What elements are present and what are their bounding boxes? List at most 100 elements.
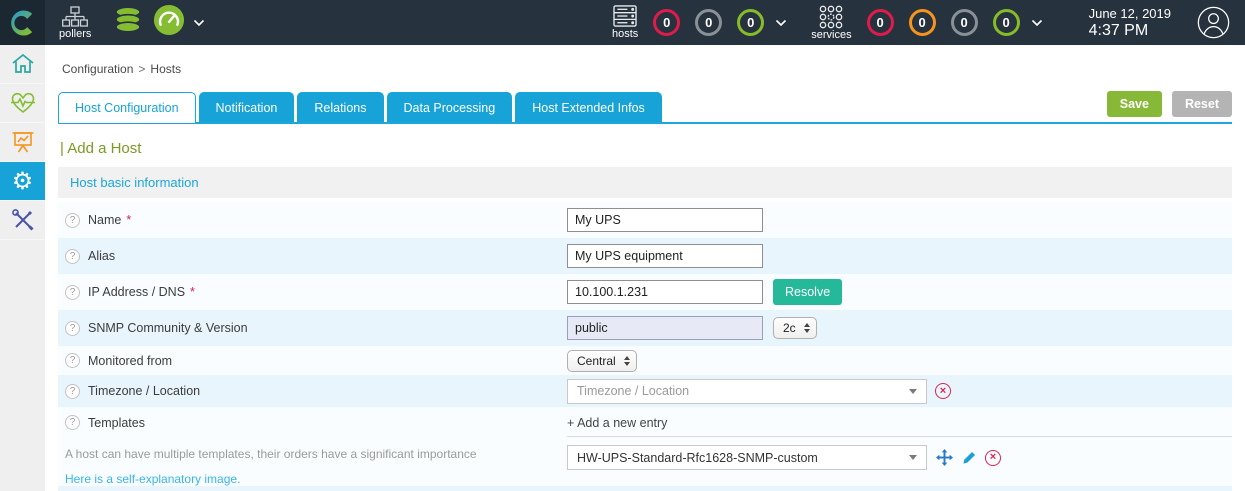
services-label: services bbox=[811, 30, 851, 41]
tab-host-extended-infos[interactable]: Host Extended Infos bbox=[515, 92, 662, 124]
pollers-menu[interactable]: pollers bbox=[59, 6, 91, 40]
hosts-down-counter[interactable]: 0 bbox=[653, 9, 680, 36]
tab-host-configuration[interactable]: Host Configuration bbox=[58, 92, 196, 124]
monitored-from-label: Monitored from bbox=[88, 354, 172, 368]
monitored-from-value: Central bbox=[577, 354, 616, 368]
sidebar-filler bbox=[0, 240, 45, 491]
template-move-icon[interactable] bbox=[936, 449, 953, 466]
services-menu[interactable]: services bbox=[811, 5, 851, 41]
top-bar: pollers bbox=[0, 0, 1245, 45]
help-icon[interactable]: ? bbox=[65, 384, 80, 399]
tab-data-processing[interactable]: Data Processing bbox=[387, 92, 513, 124]
main-shell: ⚙ Configuration>Hosts Host Config bbox=[0, 45, 1245, 491]
form-row-templates: ? Templates A host can have multiple tem… bbox=[58, 407, 1232, 486]
heart-pulse-icon bbox=[10, 92, 36, 114]
help-icon[interactable]: ? bbox=[65, 249, 80, 264]
resolve-button[interactable]: Resolve bbox=[773, 279, 842, 305]
hosts-up-counter[interactable]: 0 bbox=[737, 9, 764, 36]
database-status-icon[interactable] bbox=[113, 5, 143, 40]
alias-input[interactable] bbox=[567, 244, 763, 268]
gear-icon: ⚙ bbox=[12, 169, 34, 193]
services-icon bbox=[818, 5, 844, 29]
tab-notification[interactable]: Notification bbox=[199, 92, 295, 124]
services-status-group: services 0 0 0 0 bbox=[811, 5, 1042, 41]
services-unknown-counter[interactable]: 0 bbox=[951, 9, 978, 36]
section-header-host-basic-information: Host basic information bbox=[58, 167, 1232, 198]
pollers-icon bbox=[62, 6, 88, 28]
select-spinner-icon bbox=[624, 356, 630, 366]
sidebar-item-reporting[interactable] bbox=[0, 123, 45, 161]
required-marker: * bbox=[126, 213, 131, 227]
ip-address-label: IP Address / DNS bbox=[88, 285, 185, 299]
hosts-icon bbox=[613, 5, 638, 28]
alias-label: Alias bbox=[88, 249, 115, 263]
services-warning-counter[interactable]: 0 bbox=[909, 9, 936, 36]
name-input[interactable] bbox=[567, 208, 763, 232]
form-row-timezone: ? Timezone / Location Timezone / Locatio… bbox=[58, 375, 1232, 407]
tab-row: Host Configuration Notification Relation… bbox=[58, 91, 1232, 124]
save-button[interactable]: Save bbox=[1107, 91, 1162, 117]
current-time: 4:37 PM bbox=[1089, 22, 1171, 40]
user-profile-button[interactable] bbox=[1197, 6, 1230, 39]
hosts-menu[interactable]: hosts bbox=[612, 5, 638, 40]
required-marker: * bbox=[190, 285, 195, 299]
templates-label: Templates bbox=[88, 416, 145, 430]
template-delete-icon[interactable]: × bbox=[985, 450, 1001, 466]
breadcrumb-configuration[interactable]: Configuration bbox=[62, 62, 133, 76]
help-icon[interactable]: ? bbox=[65, 321, 80, 336]
add-template-entry-link[interactable]: + Add a new entry bbox=[567, 407, 1232, 437]
monitored-from-select[interactable]: Central bbox=[567, 350, 637, 372]
dropdown-caret-icon bbox=[909, 455, 917, 460]
reset-button[interactable]: Reset bbox=[1172, 91, 1232, 117]
page-title: | Add a Host bbox=[60, 140, 1230, 157]
form-row-alias: ? Alias bbox=[58, 238, 1232, 274]
snmp-community-input[interactable] bbox=[567, 316, 763, 340]
form-row-create-services: ? Create Services linked to the Template… bbox=[58, 486, 1232, 491]
centreon-app: pollers bbox=[0, 0, 1245, 491]
timezone-dropdown[interactable]: Timezone / Location bbox=[567, 379, 927, 404]
tools-icon bbox=[11, 208, 35, 232]
pollers-label: pollers bbox=[59, 29, 91, 40]
templates-example-link[interactable]: Here is a self-explanatory image. bbox=[65, 472, 240, 486]
centreon-logo[interactable] bbox=[0, 0, 45, 45]
help-icon[interactable]: ? bbox=[65, 415, 80, 430]
gauge-status-icon[interactable] bbox=[153, 4, 185, 41]
clock: June 12, 2019 4:37 PM bbox=[1089, 6, 1171, 40]
sidebar-item-administration[interactable] bbox=[0, 201, 45, 239]
breadcrumb: Configuration > Hosts bbox=[58, 62, 1232, 76]
template-dropdown[interactable]: HW-UPS-Standard-Rfc1628-SNMP-custom bbox=[567, 445, 927, 470]
services-chevron-icon[interactable] bbox=[1031, 19, 1043, 27]
tab-relations[interactable]: Relations bbox=[297, 92, 383, 124]
template-edit-icon[interactable] bbox=[962, 450, 977, 465]
sidebar-item-configuration[interactable]: ⚙ bbox=[0, 162, 45, 200]
hosts-chevron-icon[interactable] bbox=[775, 19, 787, 27]
breadcrumb-hosts[interactable]: Hosts bbox=[150, 62, 181, 76]
hosts-status-group: hosts 0 0 0 bbox=[612, 5, 787, 40]
centreon-logo-icon bbox=[8, 8, 38, 38]
presentation-chart-icon bbox=[11, 130, 35, 154]
host-form: ? Name * ? Alias bbox=[58, 202, 1232, 491]
poller-menu-chevron-icon[interactable] bbox=[193, 19, 205, 27]
home-icon bbox=[11, 53, 35, 75]
form-row-snmp: ? SNMP Community & Version 2c bbox=[58, 310, 1232, 346]
select-spinner-icon bbox=[804, 323, 810, 333]
snmp-version-value: 2c bbox=[783, 321, 796, 335]
help-icon[interactable]: ? bbox=[65, 213, 80, 228]
help-icon[interactable]: ? bbox=[65, 285, 80, 300]
services-critical-counter[interactable]: 0 bbox=[867, 9, 894, 36]
sidebar-item-home[interactable] bbox=[0, 45, 45, 83]
snmp-label: SNMP Community & Version bbox=[88, 321, 248, 335]
breadcrumb-separator: > bbox=[138, 62, 145, 76]
services-ok-counter[interactable]: 0 bbox=[993, 9, 1020, 36]
snmp-version-select[interactable]: 2c bbox=[773, 317, 817, 339]
timezone-label: Timezone / Location bbox=[88, 384, 200, 398]
help-icon[interactable]: ? bbox=[65, 353, 80, 368]
ip-address-input[interactable] bbox=[567, 280, 763, 304]
timezone-clear-icon[interactable]: × bbox=[935, 383, 951, 399]
form-row-name: ? Name * bbox=[58, 202, 1232, 238]
sidebar: ⚙ bbox=[0, 45, 45, 491]
current-date: June 12, 2019 bbox=[1089, 6, 1171, 21]
hosts-unreachable-counter[interactable]: 0 bbox=[695, 9, 722, 36]
sidebar-item-monitoring[interactable] bbox=[0, 84, 45, 122]
form-row-ip-address: ? IP Address / DNS * Resolve bbox=[58, 274, 1232, 310]
